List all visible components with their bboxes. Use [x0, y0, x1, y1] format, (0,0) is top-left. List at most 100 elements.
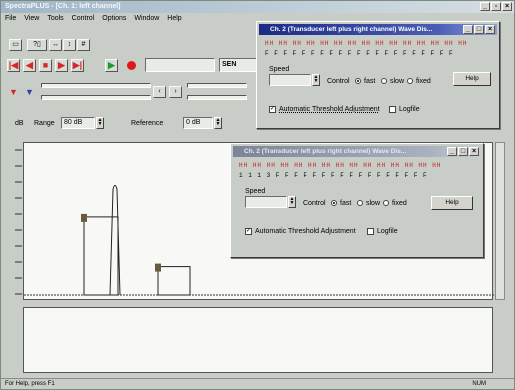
dialog-1-maximize-button[interactable]: □ — [474, 25, 484, 34]
dialog-2-titlebar[interactable]: Ch. 2 (Transducer left plus right channe… — [233, 146, 481, 157]
wave-display-dialog-2: Ch. 2 (Transducer left plus right channe… — [230, 143, 484, 258]
spectrum-bar-1-marker — [81, 213, 87, 222]
print-icon: ?▯ — [33, 41, 41, 48]
dialog-2-maximize-button[interactable]: □ — [458, 147, 468, 156]
reference-field[interactable]: 0 dB — [183, 117, 213, 129]
dialog-2-radio-fixed[interactable] — [383, 200, 389, 206]
settings-button[interactable]: # — [77, 39, 90, 51]
minimize-button[interactable]: _ — [480, 2, 490, 11]
menu-options[interactable]: Options — [102, 14, 126, 24]
print-button[interactable]: ?▯ — [27, 39, 47, 51]
offset-slider-track[interactable] — [41, 95, 151, 100]
stop-button[interactable]: ■ — [39, 59, 52, 72]
dialog-1-titlebar[interactable]: Ch. 2 (Transducer left plus right channe… — [259, 24, 497, 35]
reference-label: Reference — [131, 120, 164, 127]
forward-end-button[interactable]: ▶| — [71, 59, 84, 72]
step-back-button[interactable]: ◀ — [23, 59, 36, 72]
range-label: Range — [34, 120, 55, 127]
main-titlebar[interactable]: SpectraPLUS - [Ch. 1: left channel] _ ▫ … — [1, 1, 514, 13]
dialog-2-help-button[interactable]: Help — [431, 196, 473, 210]
dialog-1-fast-label: fast — [364, 78, 376, 85]
dialog-2-speed-field[interactable] — [245, 196, 287, 208]
dialog-1-radio-slow[interactable] — [381, 78, 387, 84]
wave-display-dialog-1: Ch. 2 (Transducer left plus right channe… — [256, 21, 500, 129]
dialog-1-close-button[interactable]: × — [485, 25, 495, 34]
dialog-1-help-button[interactable]: Help — [453, 72, 491, 86]
time-slider-track[interactable] — [187, 83, 247, 88]
step-back-icon: ◀ — [26, 60, 33, 70]
zoom-in-button[interactable]: ↔ — [49, 39, 62, 51]
dialog-2-auto-threshold-label: Automatic Threshold Adjustment — [255, 228, 356, 235]
reference-spinner[interactable]: ▲ ▼ — [214, 117, 222, 129]
waveform-pane[interactable] — [23, 307, 493, 373]
forward-icon: ▶ — [58, 60, 65, 70]
rewind-icon: |◀ — [8, 60, 19, 70]
rewind-start-button[interactable]: |◀ — [7, 59, 20, 72]
spectrum-bar-1 — [83, 216, 119, 296]
y-axis-ruler — [15, 149, 22, 295]
dialog-2-control-label: Control — [303, 200, 326, 207]
nudge-right-button[interactable]: › — [169, 86, 182, 98]
menu-view[interactable]: View — [24, 14, 39, 24]
chevron-left-icon: ‹ — [158, 88, 161, 95]
status-num: NUM — [472, 381, 486, 387]
dialog-2-controls: _ □ × — [447, 147, 479, 156]
dialog-1-fixed-label: fixed — [416, 78, 431, 85]
dialog-1-minimize-button[interactable]: _ — [463, 25, 473, 34]
dialog-2-ticker-values: 1 1 1 3 F F F F F F F F F F F F F F F F … — [239, 172, 428, 179]
dialog-2-fast-label: fast — [340, 200, 352, 207]
dialog-2-auto-threshold-checkbox[interactable]: ✓ — [245, 228, 252, 235]
dialog-1-speed-field[interactable] — [269, 74, 311, 86]
play-icon: ▶ — [108, 60, 115, 70]
open-file-icon: ▭ — [12, 41, 19, 48]
status-bar: For Help, press F1 NUM — [1, 378, 514, 389]
dialog-1-title: Ch. 2 (Transducer left plus right channe… — [270, 26, 433, 33]
dialog-2-radio-fast[interactable] — [331, 200, 337, 206]
dialog-2-logfile-checkbox[interactable] — [367, 228, 374, 235]
marker-down-icon[interactable]: ▼ — [9, 87, 18, 97]
zoom-out-button[interactable]: ↕ — [63, 39, 76, 51]
range-field[interactable]: 80 dB — [61, 117, 95, 129]
spectrum-bar-2-marker — [155, 263, 161, 272]
marker-blue-icon[interactable]: ▼ — [25, 87, 34, 97]
plot-scrollbar[interactable] — [495, 142, 505, 300]
dialog-2-minimize-button[interactable]: _ — [447, 147, 457, 156]
dialog-2-speed-spinner[interactable]: ▲ ▼ — [288, 196, 296, 208]
main-title: SpectraPLUS - [Ch. 1: left channel] — [5, 3, 121, 10]
dialog-1-radio-fast[interactable] — [355, 78, 361, 84]
play-button[interactable]: ▶ — [105, 59, 118, 72]
dialog-1-speed-spinner[interactable]: ▲ ▼ — [312, 74, 320, 86]
step-forward-button[interactable]: ▶ — [55, 59, 68, 72]
menu-control[interactable]: Control — [72, 14, 95, 24]
range-spinner[interactable]: ▲ ▼ — [96, 117, 104, 129]
menu-tools[interactable]: Tools — [47, 14, 63, 24]
dialog-1-ticker-values: F F F F F F F F F F F F F F F F F F F F … — [265, 50, 454, 57]
dialog-1-auto-threshold-checkbox[interactable]: ✓ — [269, 106, 276, 113]
forward-end-icon: ▶| — [72, 60, 83, 70]
range-unit-label: dB — [15, 120, 24, 127]
dialog-2-ticker-header: HH HH HH HH HH HH HH HH HH HH HH HH HH H… — [239, 162, 442, 169]
dialog-1-control-label: Control — [327, 78, 350, 85]
dialog-2-radio-slow[interactable] — [357, 200, 363, 206]
level-display — [145, 58, 215, 72]
dialog-2-close-button[interactable]: × — [469, 147, 479, 156]
menu-file[interactable]: File — [5, 14, 16, 24]
close-button[interactable]: × — [502, 2, 512, 11]
dialog-1-auto-threshold-label: Automatic Threshold Adjustment — [279, 106, 380, 113]
dialog-1-slow-label: slow — [390, 78, 405, 85]
zoom-out-icon: ↕ — [67, 41, 72, 48]
nudge-left-button[interactable]: ‹ — [153, 86, 166, 98]
freq-slider-track[interactable] — [187, 95, 247, 100]
stop-icon: ■ — [42, 60, 49, 70]
gain-slider-track[interactable] — [41, 83, 151, 88]
chevron-right-icon: › — [174, 88, 177, 95]
dialog-2-fixed-label: fixed — [392, 200, 407, 207]
record-icon[interactable] — [127, 61, 136, 70]
dialog-1-logfile-checkbox[interactable] — [389, 106, 396, 113]
dialog-2-title: Ch. 2 (Transducer left plus right channe… — [244, 148, 407, 155]
restore-button[interactable]: ▫ — [491, 2, 501, 11]
menu-window[interactable]: Window — [134, 14, 159, 24]
menu-help[interactable]: Help — [167, 14, 181, 24]
open-file-button[interactable]: ▭ — [9, 39, 22, 51]
dialog-1-radio-fixed[interactable] — [407, 78, 413, 84]
